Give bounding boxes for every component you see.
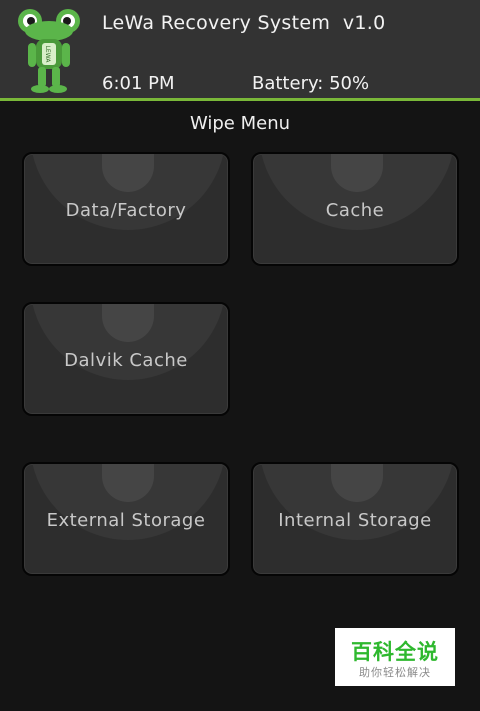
wipe-external-storage-label: External Storage bbox=[46, 510, 206, 531]
wipe-cache-button[interactable]: Cache bbox=[251, 152, 459, 266]
wipe-external-storage-button[interactable]: External Storage bbox=[22, 462, 230, 576]
watermark-subtitle: 助你轻松解决 bbox=[359, 666, 431, 679]
page-title: Wipe Menu bbox=[189, 113, 291, 134]
wipe-dalvik-cache-button[interactable]: Dalvik Cache bbox=[22, 302, 230, 416]
header-divider bbox=[0, 98, 480, 101]
logo-text: LEWA bbox=[44, 46, 51, 64]
clock-text: 6:01 PM bbox=[102, 73, 175, 94]
watermark-badge: 百科全说 助你轻松解决 bbox=[335, 628, 455, 686]
watermark-title: 百科全说 bbox=[351, 640, 439, 664]
wipe-data-factory-button[interactable]: Data/Factory bbox=[22, 152, 230, 266]
battery-status: Battery: 50% bbox=[252, 73, 370, 94]
wipe-dalvik-cache-label: Dalvik Cache bbox=[64, 350, 188, 371]
wipe-internal-storage-label: Internal Storage bbox=[278, 510, 432, 531]
wipe-cache-label: Cache bbox=[325, 200, 385, 221]
frog-logo-icon: LEWA bbox=[18, 9, 80, 93]
app-title: LeWa Recovery System v1.0 bbox=[102, 12, 386, 34]
status-header: LEWA LeWa Recovery System v1.0 6:01 PM B… bbox=[0, 0, 480, 98]
wipe-data-factory-label: Data/Factory bbox=[65, 200, 187, 221]
wipe-internal-storage-button[interactable]: Internal Storage bbox=[251, 462, 459, 576]
